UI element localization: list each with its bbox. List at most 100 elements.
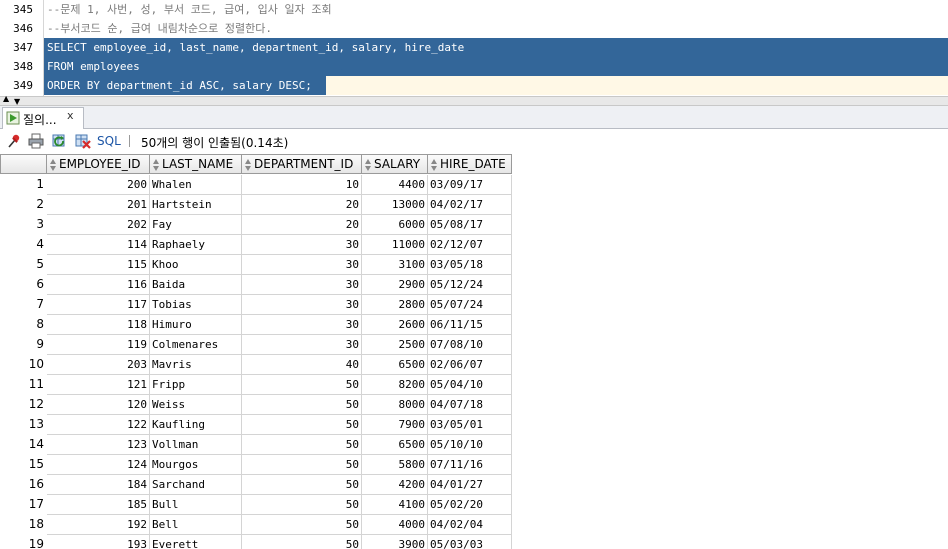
cell-hire-date[interactable]: 05/04/10 [428, 375, 512, 395]
cell-last-name[interactable]: Kaufling [150, 415, 242, 435]
cell-employee-id[interactable]: 202 [47, 215, 150, 235]
clear-icon[interactable] [75, 133, 91, 149]
collapse-down-icon[interactable]: ▼ [14, 98, 20, 106]
cell-hire-date[interactable]: 03/05/18 [428, 255, 512, 275]
cell-employee-id[interactable]: 200 [47, 175, 150, 195]
cell-salary[interactable]: 5800 [362, 455, 428, 475]
cell-hire-date[interactable]: 03/09/17 [428, 175, 512, 195]
cell-employee-id[interactable]: 184 [47, 475, 150, 495]
cell-salary[interactable]: 2600 [362, 315, 428, 335]
cell-employee-id[interactable]: 193 [47, 535, 150, 549]
cell-employee-id[interactable]: 120 [47, 395, 150, 415]
cell-department-id[interactable]: 40 [242, 355, 362, 375]
cell-hire-date[interactable]: 05/10/10 [428, 435, 512, 455]
table-row[interactable]: 18 192 Bell 50 4000 04/02/04 [0, 515, 512, 535]
cell-hire-date[interactable]: 05/07/24 [428, 295, 512, 315]
cell-hire-date[interactable]: 04/07/18 [428, 395, 512, 415]
table-row[interactable]: 14 123 Vollman 50 6500 05/10/10 [0, 435, 512, 455]
cell-hire-date[interactable]: 07/08/10 [428, 335, 512, 355]
editor-line-current[interactable]: 349 ORDER BY department_id ASC, salary D… [0, 76, 948, 95]
cell-salary[interactable]: 11000 [362, 235, 428, 255]
cell-last-name[interactable]: Whalen [150, 175, 242, 195]
cell-salary[interactable]: 6000 [362, 215, 428, 235]
cell-last-name[interactable]: Everett [150, 535, 242, 549]
cell-last-name[interactable]: Bull [150, 495, 242, 515]
cell-last-name[interactable]: Fripp [150, 375, 242, 395]
cell-salary[interactable]: 7900 [362, 415, 428, 435]
cell-hire-date[interactable]: 04/02/04 [428, 515, 512, 535]
cell-department-id[interactable]: 50 [242, 495, 362, 515]
results-grid[interactable]: EMPLOYEE_ID LAST_NAME DEPARTMENT_ID SALA… [0, 154, 948, 549]
table-row[interactable]: 4 114 Raphaely 30 11000 02/12/07 [0, 235, 512, 255]
cell-salary[interactable]: 2900 [362, 275, 428, 295]
cell-department-id[interactable]: 30 [242, 275, 362, 295]
cell-salary[interactable]: 3100 [362, 255, 428, 275]
close-icon[interactable]: x [67, 109, 74, 122]
cell-hire-date[interactable]: 03/05/01 [428, 415, 512, 435]
table-row[interactable]: 5 115 Khoo 30 3100 03/05/18 [0, 255, 512, 275]
table-row[interactable]: 6 116 Baida 30 2900 05/12/24 [0, 275, 512, 295]
editor-line[interactable]: 346 --부서코드 순, 급여 내림차순으로 정렬한다. [0, 19, 948, 38]
cell-salary[interactable]: 8200 [362, 375, 428, 395]
editor-line-selected[interactable]: 348 FROM employees [0, 57, 948, 76]
cell-last-name[interactable]: Vollman [150, 435, 242, 455]
table-row[interactable]: 3 202 Fay 20 6000 05/08/17 [0, 215, 512, 235]
table-row[interactable]: 10 203 Mavris 40 6500 02/06/07 [0, 355, 512, 375]
sql-button[interactable]: SQL [97, 134, 121, 148]
cell-employee-id[interactable]: 122 [47, 415, 150, 435]
cell-employee-id[interactable]: 124 [47, 455, 150, 475]
cell-last-name[interactable]: Khoo [150, 255, 242, 275]
cell-salary[interactable]: 4400 [362, 175, 428, 195]
cell-last-name[interactable]: Himuro [150, 315, 242, 335]
cell-hire-date[interactable]: 05/08/17 [428, 215, 512, 235]
table-row[interactable]: 7 117 Tobias 30 2800 05/07/24 [0, 295, 512, 315]
cell-hire-date[interactable]: 05/02/20 [428, 495, 512, 515]
cell-department-id[interactable]: 20 [242, 195, 362, 215]
cell-department-id[interactable]: 50 [242, 395, 362, 415]
cell-employee-id[interactable]: 116 [47, 275, 150, 295]
collapse-up-icon[interactable]: ▲ [3, 95, 9, 103]
cell-salary[interactable]: 3900 [362, 535, 428, 549]
cell-department-id[interactable]: 50 [242, 435, 362, 455]
cell-department-id[interactable]: 30 [242, 235, 362, 255]
cell-department-id[interactable]: 30 [242, 295, 362, 315]
pane-splitter[interactable]: ▲ ▼ [0, 95, 948, 106]
cell-last-name[interactable]: Sarchand [150, 475, 242, 495]
cell-department-id[interactable]: 50 [242, 535, 362, 549]
editor-line[interactable]: 345 --문제 1, 사번, 성, 부서 코드, 급여, 입사 일자 조회 [0, 0, 948, 19]
cell-last-name[interactable]: Colmenares [150, 335, 242, 355]
cell-salary[interactable]: 4100 [362, 495, 428, 515]
column-header-hire-date[interactable]: HIRE_DATE [428, 154, 512, 174]
print-icon[interactable] [28, 133, 44, 149]
cell-department-id[interactable]: 50 [242, 455, 362, 475]
cell-last-name[interactable]: Mavris [150, 355, 242, 375]
cell-salary[interactable]: 6500 [362, 355, 428, 375]
cell-employee-id[interactable]: 118 [47, 315, 150, 335]
cell-last-name[interactable]: Raphaely [150, 235, 242, 255]
cell-salary[interactable]: 2500 [362, 335, 428, 355]
cell-hire-date[interactable]: 04/01/27 [428, 475, 512, 495]
cell-salary[interactable]: 13000 [362, 195, 428, 215]
cell-employee-id[interactable]: 185 [47, 495, 150, 515]
table-row[interactable]: 15 124 Mourgos 50 5800 07/11/16 [0, 455, 512, 475]
tab-query-result[interactable]: 질의... x [2, 107, 84, 129]
column-header-employee-id[interactable]: EMPLOYEE_ID [47, 154, 150, 174]
column-header-last-name[interactable]: LAST_NAME [150, 154, 242, 174]
cell-salary[interactable]: 4000 [362, 515, 428, 535]
cell-department-id[interactable]: 30 [242, 255, 362, 275]
cell-hire-date[interactable]: 05/12/24 [428, 275, 512, 295]
cell-last-name[interactable]: Baida [150, 275, 242, 295]
cell-department-id[interactable]: 30 [242, 335, 362, 355]
table-row[interactable]: 2 201 Hartstein 20 13000 04/02/17 [0, 195, 512, 215]
cell-salary[interactable]: 2800 [362, 295, 428, 315]
cell-employee-id[interactable]: 114 [47, 235, 150, 255]
cell-employee-id[interactable]: 203 [47, 355, 150, 375]
table-row[interactable]: 1 200 Whalen 10 4400 03/09/17 [0, 175, 512, 195]
pin-icon[interactable] [6, 133, 22, 149]
table-row[interactable]: 9 119 Colmenares 30 2500 07/08/10 [0, 335, 512, 355]
cell-last-name[interactable]: Bell [150, 515, 242, 535]
cell-last-name[interactable]: Tobias [150, 295, 242, 315]
cell-department-id[interactable]: 20 [242, 215, 362, 235]
cell-department-id[interactable]: 50 [242, 515, 362, 535]
cell-salary[interactable]: 4200 [362, 475, 428, 495]
